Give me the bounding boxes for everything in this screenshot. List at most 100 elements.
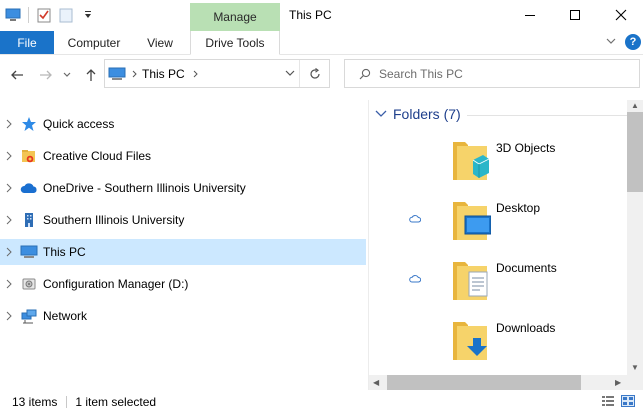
nav-item-label: Configuration Manager (D:) — [43, 277, 189, 291]
address-bar[interactable]: This PC — [104, 59, 330, 88]
details-view-button[interactable] — [601, 395, 615, 410]
close-button[interactable] — [598, 0, 643, 30]
new-folder-icon[interactable] — [57, 6, 75, 24]
tab-file[interactable]: File — [0, 31, 54, 54]
nav-item-label: Southern Illinois University — [43, 213, 185, 227]
nav-item-label: Network — [43, 309, 88, 323]
status-selection: 1 item selected — [75, 395, 157, 409]
chevron-right-icon[interactable] — [0, 247, 18, 257]
recent-locations-button[interactable] — [60, 65, 74, 85]
tab-drive-tools[interactable]: Drive Tools — [190, 31, 280, 55]
3d-objects-folder-icon — [453, 142, 490, 180]
back-button[interactable] — [7, 65, 27, 85]
manage-context-tab[interactable]: Manage — [190, 3, 280, 31]
minimize-button[interactable] — [507, 0, 552, 30]
tiles-view-button[interactable] — [621, 395, 635, 410]
chevron-down-icon — [285, 70, 295, 76]
nav-item-quick-access[interactable]: Quick access — [0, 111, 366, 137]
chevron-right-icon[interactable] — [0, 215, 18, 225]
star-icon — [20, 115, 38, 133]
cloud-sync-icon — [409, 275, 421, 283]
refresh-icon — [309, 67, 320, 79]
folder-name: Downloads — [496, 321, 556, 335]
building-icon — [20, 211, 38, 229]
arrow-right-icon — [40, 70, 52, 80]
group-header-folders[interactable]: Folders (7) — [375, 106, 461, 122]
details-view-icon — [602, 396, 614, 406]
nav-item-label: This PC — [43, 245, 86, 259]
folder-item-documents[interactable]: Documents — [369, 256, 627, 314]
tab-computer[interactable]: Computer — [56, 31, 132, 54]
chevron-right-icon[interactable] — [0, 311, 18, 321]
cloud-sync-icon — [409, 215, 421, 223]
help-icon[interactable]: ? — [625, 34, 641, 50]
folder-item-desktop[interactable]: Desktop — [369, 196, 627, 254]
search-icon — [359, 68, 371, 79]
nav-item-label: Quick access — [43, 117, 115, 131]
nav-item-creative-cloud-files[interactable]: Creative Cloud Files — [0, 143, 366, 169]
breadcrumb-this-pc[interactable]: This PC — [142, 67, 185, 81]
up-button[interactable] — [81, 65, 101, 85]
nav-item-this-pc[interactable]: This PC — [0, 239, 366, 265]
status-bar: 13 items 1 item selected — [0, 392, 643, 412]
maximize-button[interactable] — [552, 0, 597, 30]
navigation-pane: Quick access Creative Cloud Files OneDri… — [0, 100, 368, 390]
view-switcher — [601, 395, 635, 410]
folder-item-3d-objects[interactable]: 3D Objects — [369, 136, 627, 194]
forward-button[interactable] — [36, 65, 56, 85]
chevron-down-icon — [63, 72, 71, 77]
scroll-down-icon[interactable]: ▼ — [631, 363, 639, 372]
window-title: This PC — [289, 8, 332, 22]
chevron-right-icon[interactable] — [0, 279, 18, 289]
title-bar: Manage This PC — [0, 0, 643, 31]
arrow-left-icon — [11, 70, 23, 80]
scroll-right-icon[interactable]: ▶ — [615, 378, 621, 387]
close-icon — [615, 9, 626, 21]
nav-item-southern-illinois-university[interactable]: Southern Illinois University — [0, 207, 366, 233]
expand-ribbon-button[interactable] — [605, 35, 617, 49]
horizontal-scroll-thumb[interactable] — [387, 375, 581, 390]
refresh-button[interactable] — [299, 60, 329, 87]
chevron-right-icon[interactable] — [0, 119, 18, 129]
toolbar-separator — [28, 7, 29, 23]
nav-item-network[interactable]: Network — [0, 303, 366, 329]
status-item-count: 13 items — [12, 395, 58, 409]
chevron-down-icon — [606, 38, 616, 44]
group-divider — [467, 115, 627, 116]
scroll-left-icon[interactable]: ◀ — [373, 378, 379, 387]
search-input[interactable] — [379, 66, 619, 81]
chevron-right-icon[interactable] — [0, 151, 18, 161]
downloads-folder-icon — [453, 322, 487, 360]
nav-item-onedrive[interactable]: OneDrive - Southern Illinois University — [0, 175, 366, 201]
vertical-scroll-thumb[interactable] — [627, 112, 643, 192]
arrow-up-icon — [86, 69, 96, 81]
folder-name: Desktop — [496, 201, 541, 215]
minimize-icon — [524, 15, 535, 16]
address-history-dropdown[interactable] — [285, 66, 295, 83]
tiles-view-icon — [621, 395, 635, 407]
breadcrumb-separator-icon — [132, 70, 137, 77]
computer-icon[interactable] — [4, 6, 22, 24]
computer-icon — [108, 67, 126, 80]
breadcrumb-separator-icon — [193, 70, 198, 77]
status-separator — [66, 396, 68, 408]
folder-item-downloads[interactable]: Downloads — [369, 316, 627, 374]
nav-item-label: OneDrive - Southern Illinois University — [43, 181, 246, 195]
chevron-right-icon[interactable] — [0, 183, 18, 193]
computer-icon — [20, 243, 38, 261]
desktop-folder-icon — [453, 202, 491, 240]
nav-item-configuration-manager-d[interactable]: Configuration Manager (D:) — [0, 271, 366, 297]
properties-icon[interactable] — [35, 6, 53, 24]
customize-toolbar-icon[interactable] — [79, 6, 97, 24]
file-list: Folders (7) 3D Objects Desktop Documents… — [369, 100, 627, 375]
group-header-label: Folders (7) — [393, 106, 461, 122]
onedrive-cloud-icon — [20, 179, 38, 197]
network-icon — [20, 307, 38, 325]
quick-access-toolbar — [4, 4, 97, 26]
folder-name: Documents — [496, 261, 557, 275]
ribbon-controls: ? — [605, 34, 641, 50]
tab-view[interactable]: View — [134, 31, 186, 54]
scroll-up-icon[interactable]: ▲ — [631, 101, 639, 110]
documents-folder-icon — [453, 262, 488, 300]
search-box[interactable] — [344, 59, 640, 88]
